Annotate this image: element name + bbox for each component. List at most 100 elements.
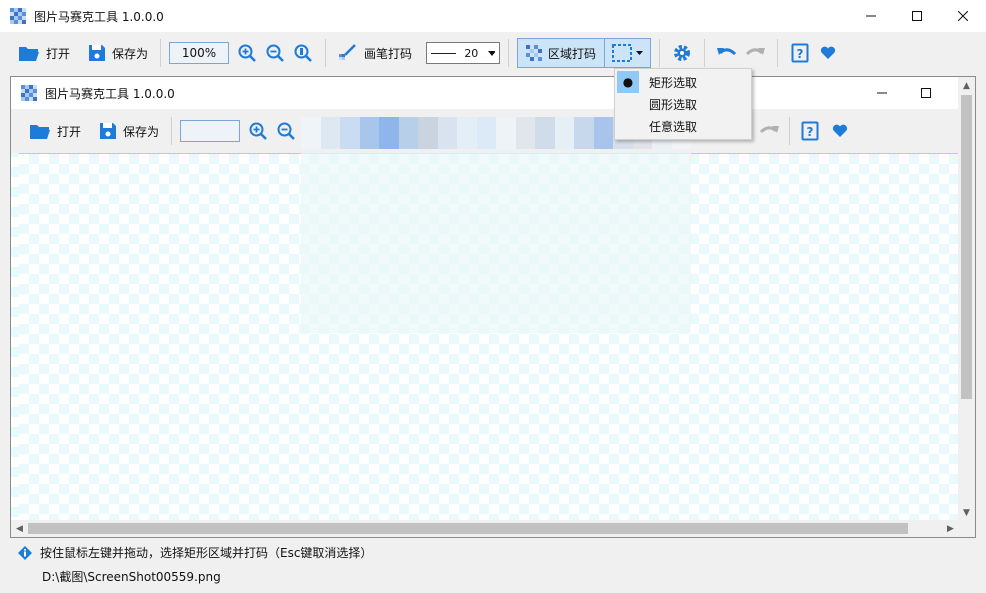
- close-button[interactable]: [940, 0, 986, 32]
- inner-maximize-icon: [921, 88, 931, 98]
- toolbar-separator: [508, 39, 510, 67]
- help-document-icon: ?: [801, 121, 819, 141]
- close-icon: [958, 11, 968, 21]
- status-file-path: D:\截图\ScreenShot00559.png: [42, 570, 221, 584]
- menu-item-label: 圆形选取: [649, 97, 698, 112]
- undo-icon: [717, 48, 737, 56]
- open-button[interactable]: 打开: [14, 38, 74, 68]
- help-button[interactable]: ?: [786, 38, 814, 68]
- toolbar-separator: [659, 39, 661, 67]
- save-as-button[interactable]: 保存为: [84, 38, 152, 68]
- heart-icon: [832, 124, 848, 137]
- inner-title-bar: 图片马赛克工具 1.0.0.0: [11, 77, 959, 109]
- open-label: 打开: [46, 46, 71, 61]
- folder-open-icon: [30, 125, 50, 139]
- brush-line-preview: [431, 52, 457, 54]
- inner-open-label: 打开: [57, 124, 82, 139]
- info-icon: [18, 545, 32, 560]
- zoom-out-icon: [277, 122, 295, 140]
- image-canvas[interactable]: 图片马赛克工具 1.0.0.0 打开 保存为 ?: [11, 77, 959, 521]
- inner-zoom-out: [272, 116, 300, 146]
- zoom-actual-size-icon: [294, 44, 312, 62]
- horizontal-scrollbar[interactable]: ◀ ▶: [11, 520, 959, 537]
- mosaic-selected-area: [301, 153, 691, 333]
- selection-shape-menu: ● 矩形选取 圆形选取 任意选取: [614, 68, 752, 140]
- redo-icon: [746, 48, 766, 56]
- menu-item-circle-select[interactable]: 圆形选取: [617, 93, 749, 115]
- chevron-down-icon: [488, 50, 496, 56]
- maximize-icon: [912, 11, 922, 21]
- toolbar-separator: [160, 39, 162, 67]
- zoom-in-button[interactable]: [233, 38, 261, 68]
- vertical-scroll-thumb[interactable]: [961, 95, 972, 399]
- scroll-down-arrow[interactable]: ▼: [958, 504, 975, 521]
- help-document-icon: ?: [791, 43, 809, 63]
- folder-open-icon: [19, 47, 39, 61]
- toolbar-separator: [325, 39, 327, 67]
- scrollbar-corner: [958, 520, 975, 537]
- inner-zoom-in: [244, 116, 272, 146]
- save-disk-icon: [100, 123, 117, 139]
- save-as-label: 保存为: [112, 46, 149, 61]
- favorite-button[interactable]: [814, 38, 842, 68]
- app-mosaic-icon: [10, 8, 26, 24]
- menu-item-label: 任意选取: [649, 119, 698, 134]
- svg-text:?: ?: [797, 47, 804, 61]
- zoom-in-icon: [238, 44, 256, 62]
- zoom-reset-button[interactable]: [289, 38, 317, 68]
- minimize-icon: [866, 15, 876, 17]
- menu-item-rect-select[interactable]: ● 矩形选取: [617, 71, 749, 93]
- inner-help: ?: [796, 116, 824, 146]
- inner-zoom-box: [180, 120, 241, 142]
- image-canvas-area[interactable]: 图片马赛克工具 1.0.0.0 打开 保存为 ? ▲ ▼ ◀ ▶: [10, 76, 976, 538]
- status-bar: 按住鼠标左键并拖动，选择矩形区域并打码（Esc键取消选择） D:\截图\Scre…: [0, 540, 986, 593]
- region-mosaic-label: 区域打码: [548, 46, 597, 61]
- zoom-out-button[interactable]: [261, 38, 289, 68]
- zoom-out-icon: [266, 44, 284, 62]
- zoom-level-display[interactable]: 100%: [169, 42, 230, 64]
- redo-icon: [759, 126, 779, 134]
- menu-item-freeform-select[interactable]: 任意选取: [617, 115, 749, 137]
- status-hint: 按住鼠标左键并拖动，选择矩形区域并打码（Esc键取消选择）: [40, 546, 373, 560]
- inner-window-title: 图片马赛克工具 1.0.0.0: [45, 86, 175, 101]
- inner-redo: [755, 116, 783, 146]
- title-bar: 图片马赛克工具 1.0.0.0: [0, 0, 986, 32]
- toolbar-separator: [704, 39, 706, 67]
- vertical-scrollbar[interactable]: ▲ ▼: [958, 77, 975, 521]
- minimize-button[interactable]: [848, 0, 894, 32]
- redo-button[interactable]: [741, 38, 769, 68]
- dashed-rectangle-icon: [612, 44, 633, 62]
- scroll-up-arrow[interactable]: ▲: [958, 77, 975, 94]
- brush-icon: [339, 44, 356, 60]
- inner-favorite: [826, 116, 854, 146]
- window-title: 图片马赛克工具 1.0.0.0: [34, 9, 164, 24]
- gear-icon: [674, 45, 691, 61]
- inner-open-button: 打开: [25, 116, 85, 146]
- main-toolbar: 打开 保存为 100% 画笔打码 20 区域打码 ?: [0, 32, 986, 74]
- app-mosaic-icon: [21, 85, 37, 101]
- selected-bullet-icon: ●: [617, 71, 639, 93]
- scroll-left-arrow[interactable]: ◀: [11, 520, 28, 537]
- brush-size-select[interactable]: 20: [426, 42, 501, 64]
- brush-mosaic-button[interactable]: 画笔打码: [334, 38, 416, 68]
- brush-mosaic-label: 画笔打码: [364, 46, 413, 61]
- inner-save-as-button: 保存为: [95, 116, 163, 146]
- brush-size-value: 20: [464, 46, 479, 60]
- chevron-down-icon: [636, 51, 644, 55]
- zoom-in-icon: [249, 122, 267, 140]
- selection-shape-button[interactable]: [605, 38, 652, 68]
- menu-item-label: 矩形选取: [649, 75, 698, 90]
- svg-text:?: ?: [807, 125, 814, 139]
- settings-button[interactable]: [668, 38, 696, 68]
- scroll-right-arrow[interactable]: ▶: [942, 520, 959, 537]
- horizontal-scroll-thumb[interactable]: [28, 523, 908, 534]
- toolbar-separator: [777, 39, 779, 67]
- mosaic-grid-icon: [526, 45, 543, 61]
- inner-save-as-label: 保存为: [123, 124, 160, 139]
- region-mosaic-button[interactable]: 区域打码: [517, 38, 606, 68]
- undo-button[interactable]: [713, 38, 741, 68]
- toolbar-separator: [789, 117, 790, 145]
- maximize-button[interactable]: [894, 0, 940, 32]
- toolbar-separator: [171, 117, 173, 145]
- heart-icon: [820, 46, 836, 59]
